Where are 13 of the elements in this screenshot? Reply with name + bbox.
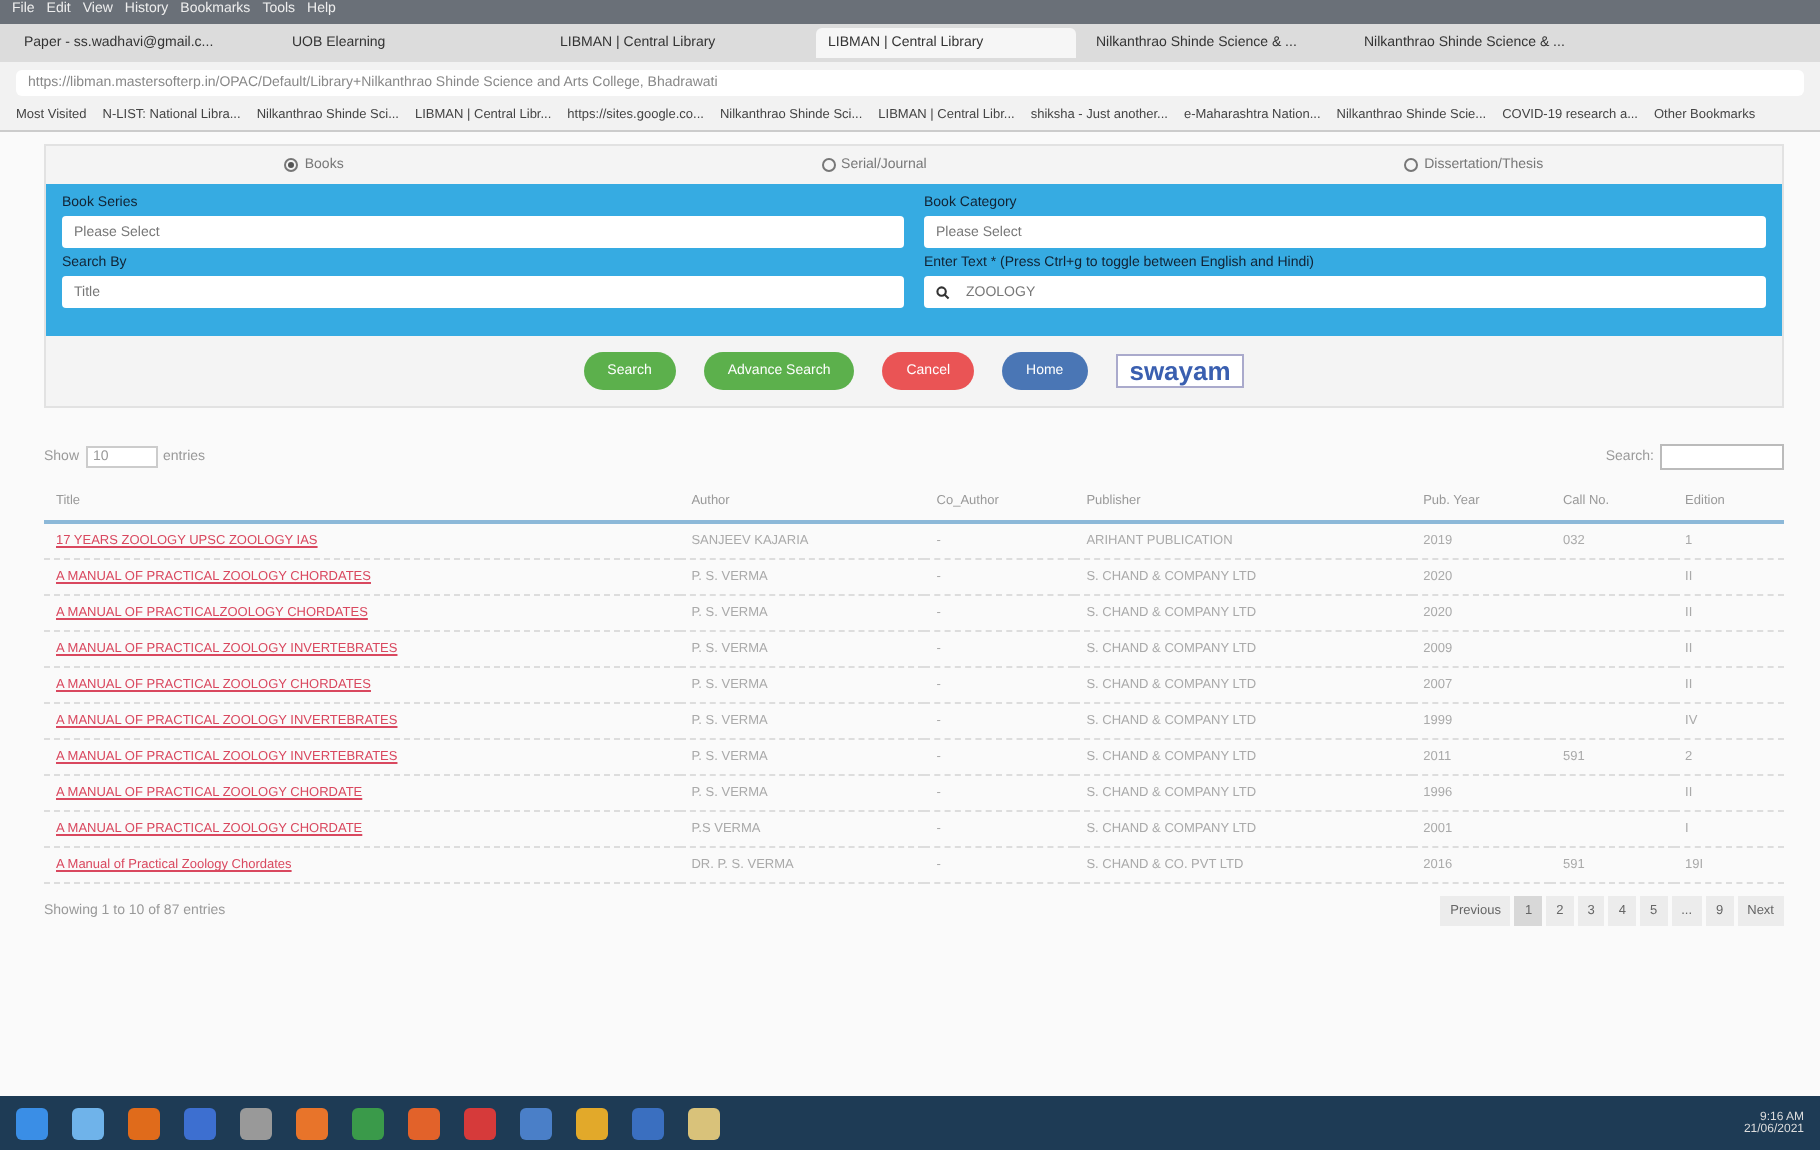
app-icon[interactable] xyxy=(576,1107,608,1139)
app-icon[interactable] xyxy=(688,1107,720,1139)
app-icon[interactable] xyxy=(128,1107,160,1139)
app-icon[interactable] xyxy=(520,1107,552,1139)
app-icon[interactable] xyxy=(72,1107,104,1139)
app-icon[interactable] xyxy=(296,1107,328,1139)
app-icon[interactable] xyxy=(240,1107,272,1139)
search-icon xyxy=(936,285,950,299)
search-field[interactable] xyxy=(1660,444,1784,470)
logo[interactable]: swayam xyxy=(1115,354,1245,388)
app-icon[interactable] xyxy=(16,1107,48,1139)
app-icon[interactable] xyxy=(352,1107,384,1139)
app-icon[interactable] xyxy=(408,1107,440,1139)
